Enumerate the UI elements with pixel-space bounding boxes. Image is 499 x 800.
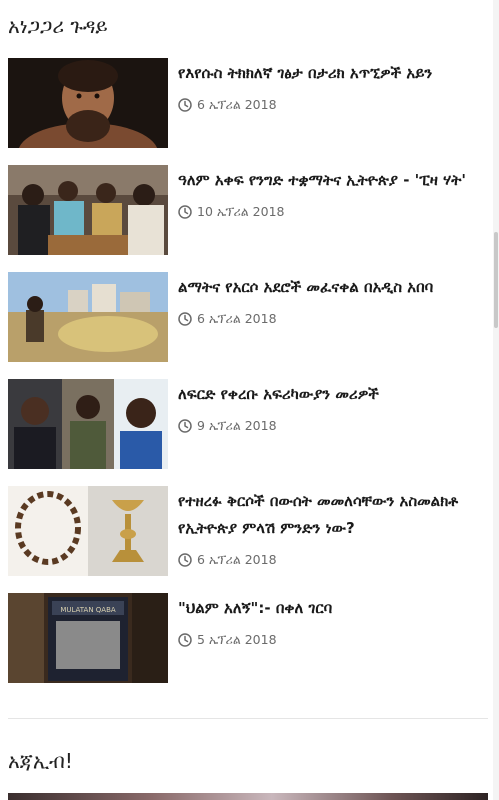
book-cover-text: MULATAN QABA: [60, 606, 116, 614]
article-item[interactable]: የተዘረፉ ቅርሶች በውሰት መመለሳቸውን አስመልክቶ የኢትዮጵያ ምላ…: [8, 486, 490, 576]
date-text: 6 ኤፕሪል 2018: [197, 311, 277, 326]
group-photo-image: [8, 165, 168, 255]
article-item[interactable]: ዓለም አቀፍ የንግድ ተቋማትና ኢትዮጵያ - 'ፒዛ ሃት' 10 ኤፕ…: [8, 165, 490, 255]
article-item[interactable]: የእየሱስ ትክክለኛ ገፅታ በታሪክ አጥኚዎች አይን 6 ኤፕሪል 20…: [8, 58, 490, 148]
article-item[interactable]: MULATAN QABA "ህልም አለኝ":- በቀለ ገርባ 5 ኤፕሪል …: [8, 593, 490, 683]
article-date: 6 ኤፕሪል 2018: [178, 95, 277, 115]
article-thumbnail[interactable]: [8, 486, 168, 576]
article-thumbnail[interactable]: [8, 58, 168, 148]
clock-icon: [178, 205, 192, 219]
article-item[interactable]: ልማትና የአርሶ አደሮች መፈናቀል በአዲስ አበባ 6 ኤፕሪል 201…: [8, 272, 490, 362]
article-date: 9 ኤፕሪል 2018: [178, 416, 277, 436]
section-title-2: አጃኢብ!: [8, 749, 73, 773]
article-thumbnail[interactable]: [8, 379, 168, 469]
article-item[interactable]: ለፍርድ የቀረቡ አፍሪካውያን መሪዎች 9 ኤፕሪል 2018: [8, 379, 490, 469]
article-date: 10 ኤፕሪል 2018: [178, 202, 284, 222]
section-divider: [8, 718, 488, 719]
article-thumbnail[interactable]: [8, 272, 168, 362]
date-text: 6 ኤፕሪል 2018: [197, 97, 277, 112]
article-title[interactable]: ልማትና የአርሶ አደሮች መፈናቀል በአዲስ አበባ: [178, 274, 490, 301]
date-text: 5 ኤፕሪል 2018: [197, 632, 277, 647]
clock-icon: [178, 419, 192, 433]
section-title: አነጋጋሪ ጉዳይ: [8, 14, 108, 38]
article-title[interactable]: የእየሱስ ትክክለኛ ገፅታ በታሪክ አጥኚዎች አይን: [178, 60, 490, 87]
clock-icon: [178, 553, 192, 567]
next-section-image-strip[interactable]: [8, 793, 488, 800]
clock-icon: [178, 98, 192, 112]
article-thumbnail[interactable]: MULATAN QABA: [8, 593, 168, 683]
date-text: 10 ኤፕሪል 2018: [197, 204, 285, 219]
scrollbar[interactable]: [493, 0, 499, 800]
clock-icon: [178, 312, 192, 326]
scrollbar-thumb[interactable]: [494, 232, 498, 328]
article-title[interactable]: "ህልም አለኝ":- በቀለ ገርባ: [178, 595, 490, 622]
article-title[interactable]: የተዘረፉ ቅርሶች በውሰት መመለሳቸውን አስመልክቶ የኢትዮጵያ ምላ…: [178, 488, 490, 542]
date-text: 9 ኤፕሪል 2018: [197, 418, 277, 433]
date-text: 6 ኤፕሪል 2018: [197, 552, 277, 567]
farmland-image: [8, 272, 168, 362]
article-title[interactable]: ለፍርድ የቀረቡ አፍሪካውያን መሪዎች: [178, 381, 490, 408]
article-date: 6 ኤፕሪል 2018: [178, 309, 277, 329]
portrait-image: [8, 58, 168, 148]
article-title[interactable]: ዓለም አቀፍ የንግድ ተቋማትና ኢትዮጵያ - 'ፒዛ ሃት': [178, 167, 490, 194]
article-thumbnail[interactable]: [8, 165, 168, 255]
book-cover-image: MULATAN QABA: [8, 593, 168, 683]
leaders-collage-image: [8, 379, 168, 469]
article-date: 6 ኤፕሪል 2018: [178, 550, 277, 570]
artifacts-image: [8, 486, 168, 576]
article-date: 5 ኤፕሪል 2018: [178, 630, 277, 650]
clock-icon: [178, 633, 192, 647]
